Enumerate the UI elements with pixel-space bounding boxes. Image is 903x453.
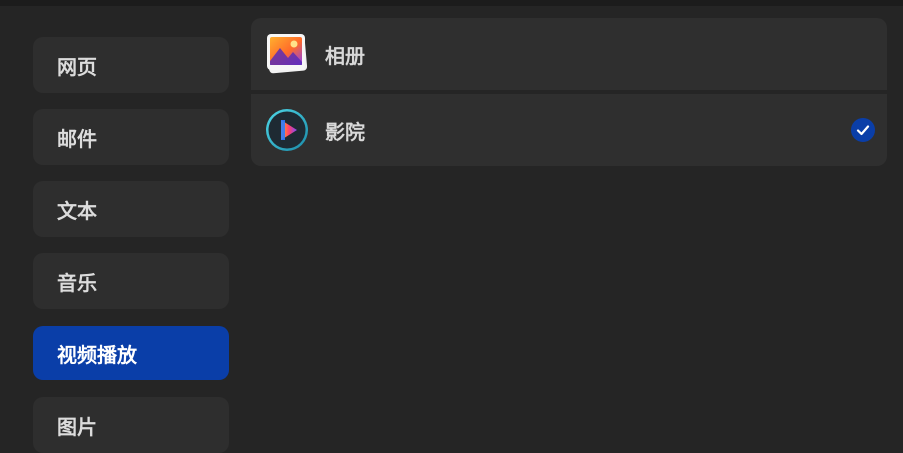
app-item-cinema[interactable]: 影院	[251, 94, 887, 166]
photos-icon	[264, 31, 310, 77]
cinema-icon	[264, 107, 310, 153]
category-label: 网页	[57, 54, 97, 79]
category-music[interactable]: 音乐	[33, 253, 229, 309]
app-name: 相册	[325, 43, 365, 68]
category-label: 文本	[57, 198, 97, 223]
category-mail[interactable]: 邮件	[33, 109, 229, 165]
category-label: 邮件	[57, 126, 97, 151]
category-images[interactable]: 图片	[33, 397, 229, 453]
app-name: 影院	[325, 119, 365, 144]
category-web[interactable]: 网页	[33, 37, 229, 93]
app-item-photos[interactable]: 相册	[251, 18, 887, 90]
category-label: 音乐	[57, 270, 97, 295]
category-video[interactable]: 视频播放	[33, 326, 229, 380]
category-sidebar: 网页 邮件 文本 音乐 视频播放 图片	[0, 0, 250, 453]
category-label: 图片	[57, 414, 97, 439]
selected-check-icon	[851, 118, 875, 142]
category-text[interactable]: 文本	[33, 181, 229, 237]
category-label: 视频播放	[57, 342, 137, 367]
